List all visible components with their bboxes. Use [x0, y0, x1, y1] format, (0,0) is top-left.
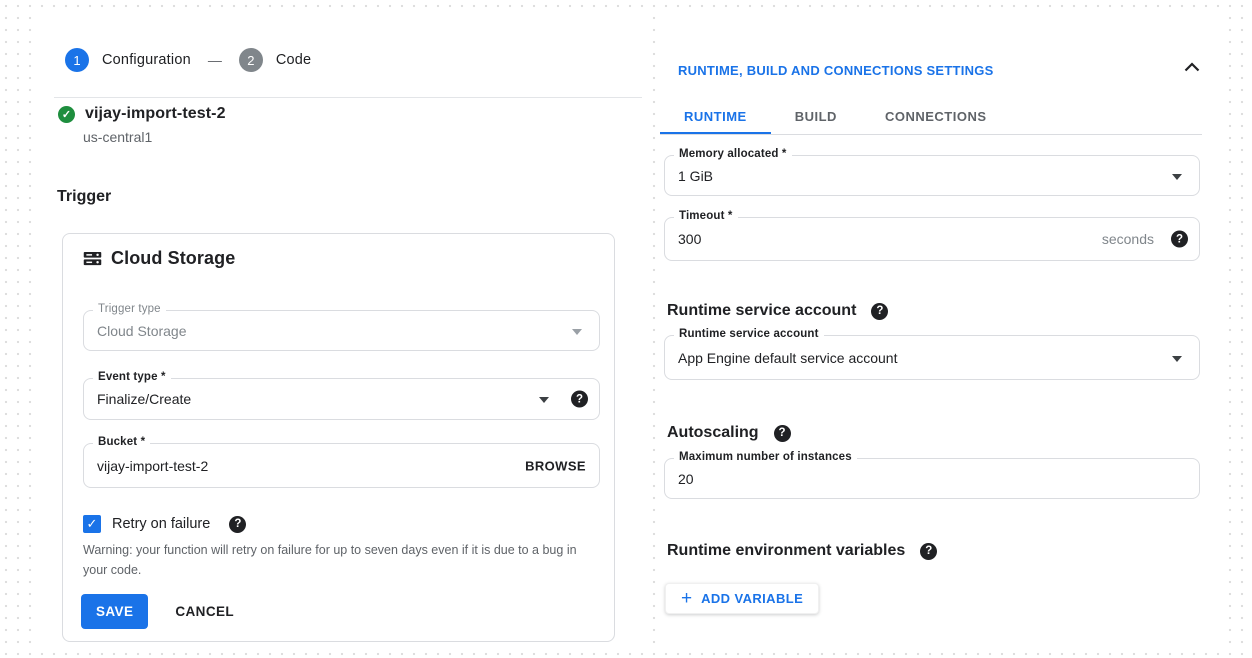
- dropdown-arrow-icon[interactable]: [539, 397, 549, 403]
- settings-tabs: RUNTIME BUILD CONNECTIONS: [660, 100, 1011, 135]
- function-name-row: ✓ vijay-import-test-2: [58, 105, 226, 123]
- bucket-input[interactable]: [97, 444, 406, 487]
- tab-build[interactable]: BUILD: [771, 100, 861, 135]
- dropdown-arrow-icon[interactable]: [1172, 174, 1182, 180]
- runtime-settings-panel: RUNTIME, BUILD AND CONNECTIONS SETTINGS …: [658, 12, 1222, 646]
- retry-help-icon[interactable]: ?: [229, 516, 246, 533]
- runtime-service-account-value: App Engine default service account: [678, 350, 897, 366]
- tabs-divider: [660, 134, 1202, 135]
- retry-label: Retry on failure: [112, 516, 210, 532]
- stepper-separator: —: [204, 52, 226, 68]
- retry-warning-text: Warning: your function will retry on fai…: [83, 540, 595, 580]
- configuration-panel: 1 Configuration — 2 Code ✓ vijay-import-…: [36, 12, 648, 646]
- event-type-select[interactable]: Event type * Finalize/Create ?: [83, 378, 600, 420]
- trigger-type-value: Cloud Storage: [97, 323, 187, 339]
- plus-icon: +: [681, 589, 692, 608]
- timeout-input[interactable]: [678, 218, 998, 260]
- stepper-divider: [54, 97, 642, 98]
- autoscaling-heading-row: Autoscaling ?: [667, 424, 791, 442]
- function-name: vijay-import-test-2: [85, 105, 226, 123]
- trigger-type-label: Trigger type: [93, 303, 166, 315]
- step-1-badge[interactable]: 1: [65, 48, 89, 72]
- retry-on-failure-row: ✓ Retry on failure ?: [83, 515, 246, 533]
- form-actions: SAVE CANCEL: [81, 594, 234, 629]
- trigger-type-select[interactable]: Trigger type Cloud Storage: [83, 310, 600, 351]
- event-type-value: Finalize/Create: [97, 391, 191, 407]
- service-account-heading-row: Runtime service account ?: [667, 302, 888, 320]
- step-2-label[interactable]: Code: [276, 52, 311, 68]
- stepper: 1 Configuration — 2 Code: [65, 48, 311, 72]
- settings-section-toggle[interactable]: RUNTIME, BUILD AND CONNECTIONS SETTINGS: [678, 63, 994, 78]
- memory-allocated-select[interactable]: Memory allocated * 1 GiB: [664, 155, 1200, 196]
- trigger-card: Cloud Storage Trigger type Cloud Storage…: [62, 233, 615, 642]
- service-account-heading: Runtime service account: [667, 302, 856, 320]
- dropdown-arrow-icon: [572, 329, 582, 335]
- add-variable-button[interactable]: + ADD VARIABLE: [665, 583, 819, 614]
- env-vars-heading: Runtime environment variables: [667, 542, 905, 560]
- max-instances-input[interactable]: [678, 459, 998, 498]
- service-account-help-icon[interactable]: ?: [871, 303, 888, 320]
- trigger-card-title-row: Cloud Storage: [82, 248, 235, 269]
- event-type-label: Event type *: [93, 371, 171, 383]
- trigger-heading: Trigger: [57, 188, 111, 206]
- success-check-icon: ✓: [58, 106, 75, 123]
- timeout-unit: seconds: [1102, 231, 1154, 247]
- function-region: us-central1: [83, 129, 152, 145]
- timeout-help-icon[interactable]: ?: [1171, 231, 1188, 248]
- browse-button[interactable]: BROWSE: [525, 458, 586, 473]
- cancel-button[interactable]: CANCEL: [175, 604, 234, 619]
- dropdown-arrow-icon[interactable]: [1172, 356, 1182, 362]
- bucket-field[interactable]: Bucket * BROWSE: [83, 443, 600, 488]
- cloud-storage-icon: [82, 248, 103, 269]
- trigger-card-title: Cloud Storage: [111, 248, 235, 269]
- retry-checkbox[interactable]: ✓: [83, 515, 101, 533]
- memory-allocated-value: 1 GiB: [678, 168, 713, 184]
- save-button[interactable]: SAVE: [81, 594, 148, 629]
- step-1-label[interactable]: Configuration: [102, 52, 191, 68]
- env-vars-help-icon[interactable]: ?: [920, 543, 937, 560]
- memory-allocated-label: Memory allocated *: [674, 148, 792, 160]
- autoscaling-help-icon[interactable]: ?: [774, 425, 791, 442]
- tab-runtime[interactable]: RUNTIME: [660, 100, 771, 135]
- add-variable-label: ADD VARIABLE: [701, 591, 803, 606]
- event-type-help-icon[interactable]: ?: [571, 391, 588, 408]
- env-vars-heading-row: Runtime environment variables ?: [667, 542, 937, 560]
- max-instances-field[interactable]: Maximum number of instances: [664, 458, 1200, 499]
- timeout-field[interactable]: Timeout * seconds ?: [664, 217, 1200, 261]
- chevron-up-icon[interactable]: [1184, 60, 1200, 75]
- step-2-badge[interactable]: 2: [239, 48, 263, 72]
- runtime-service-account-label: Runtime service account: [674, 328, 824, 340]
- autoscaling-heading: Autoscaling: [667, 424, 759, 442]
- runtime-service-account-select[interactable]: Runtime service account App Engine defau…: [664, 335, 1200, 380]
- tab-connections[interactable]: CONNECTIONS: [861, 100, 1011, 135]
